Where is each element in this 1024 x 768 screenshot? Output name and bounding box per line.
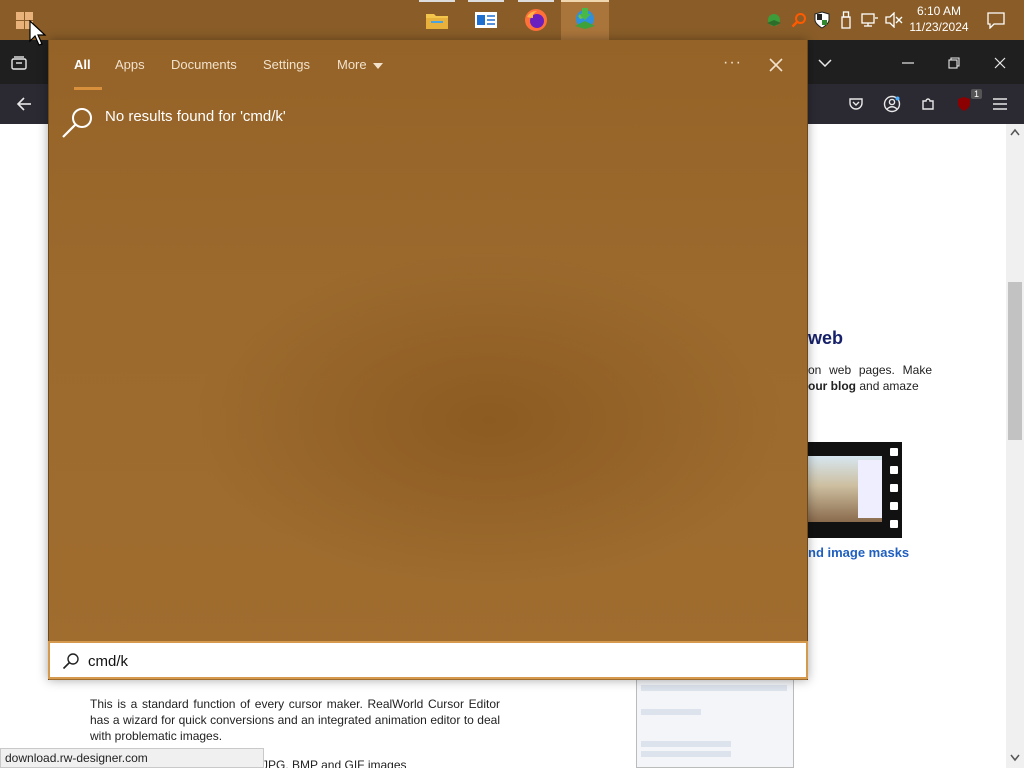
tab-more[interactable]: More [337,57,383,72]
page-scrollbar[interactable] [1006,124,1024,768]
taskbar-app-download-manager[interactable] [561,0,609,40]
chevron-down-icon [372,62,383,69]
tab-all[interactable]: All [74,57,91,72]
app-screenshot-thumbnail[interactable] [636,678,794,768]
extension-badge: 1 [970,89,982,99]
image-masks-link[interactable]: nd image masks [808,545,909,560]
network-icon[interactable] [860,10,880,30]
blog-link[interactable]: our blog [808,379,856,393]
taskbar: 6:10 AM 11/23/2024 [0,0,1024,40]
start-search-panel: All Apps Documents Settings More ··· No … [48,40,808,680]
search-icon [62,653,79,670]
feature-description: This is a standard function of every cur… [90,697,500,743]
refresh-globe-icon[interactable] [764,10,784,30]
search-magnifier-icon[interactable] [789,10,809,30]
minimize-window-button[interactable] [896,52,920,74]
scroll-up-arrow-icon[interactable] [1010,128,1020,138]
taskbar-clock[interactable]: 6:10 AM 11/23/2024 [906,3,972,35]
tab-settings[interactable]: Settings [263,57,310,72]
search-box[interactable] [48,641,808,679]
close-icon[interactable] [765,54,787,76]
scroll-down-arrow-icon[interactable] [1010,754,1020,764]
globe-download-icon [575,8,595,29]
shield-icon[interactable] [812,10,832,30]
action-center-button[interactable] [976,0,1016,40]
status-bar-url: download.rw-designer.com [0,748,264,768]
tab-apps[interactable]: Apps [115,57,145,72]
scrollbar-thumb[interactable] [1008,282,1022,440]
video-frame-image [808,456,882,522]
close-window-button[interactable] [988,52,1012,74]
news-icon [475,12,497,28]
restore-window-button[interactable] [942,52,966,74]
list-all-tabs-icon[interactable] [814,52,836,74]
taskbar-app-file-explorer[interactable] [413,0,461,40]
hamburger-menu-icon[interactable] [988,93,1012,115]
no-results-message: No results found for 'cmd/k' [105,108,286,125]
tab-documents[interactable]: Documents [171,57,237,72]
back-arrow-icon[interactable] [12,93,36,115]
more-options-button[interactable]: ··· [723,54,742,72]
tab-overview-icon[interactable] [8,52,30,74]
active-tab-indicator [74,87,102,90]
feature-fragment: JPG, BMP and GIF images [262,758,407,768]
taskbar-app-news[interactable] [462,0,510,40]
usb-icon[interactable] [836,10,856,30]
volume-muted-icon[interactable] [884,10,904,30]
page-section-heading: web [808,328,844,348]
account-icon[interactable] [880,93,904,115]
page-paragraph: on web pages. Make our blog and amaze [808,363,932,393]
clock-time: 6:10 AM [916,4,962,18]
notification-icon [987,12,1005,29]
clock-date: 11/23/2024 [909,20,969,34]
mouse-cursor-icon [29,20,47,46]
extensions-puzzle-icon[interactable] [916,93,940,115]
ublock-extension-icon[interactable]: 1 [952,89,982,115]
firefox-icon [525,9,547,31]
search-scope-tabs: All Apps Documents Settings More ··· [49,40,809,90]
taskbar-app-firefox[interactable] [512,0,560,40]
video-thumbnail[interactable] [808,442,902,538]
search-icon [61,106,95,140]
pocket-icon[interactable] [844,93,868,115]
search-input[interactable] [88,649,788,673]
folder-icon [426,14,448,29]
